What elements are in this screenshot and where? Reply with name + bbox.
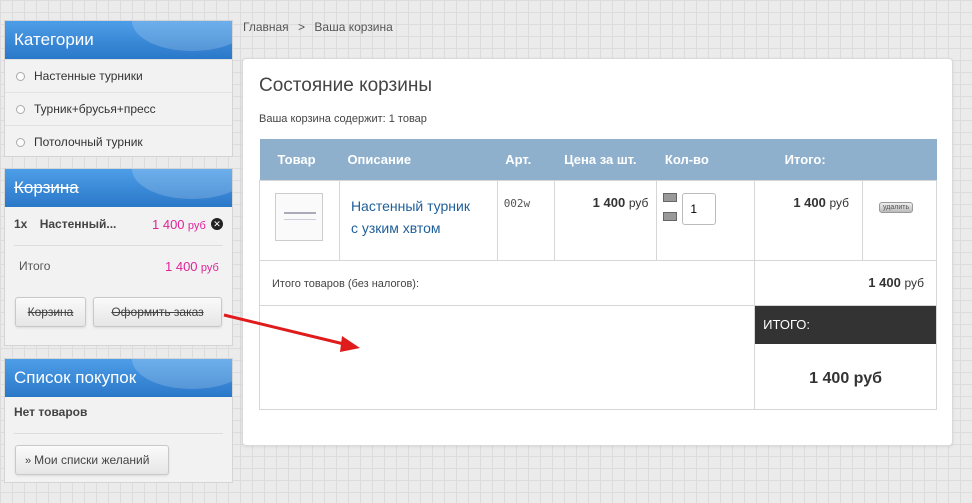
subtotal-row: Итого товаров (без налогов): 1 400 руб [258,259,937,306]
column-header-product: Товар [259,139,340,180]
subtotal-value-cell: 1 400 руб [754,259,937,306]
product-description-cell: Настенный турник с узким хвтом [338,179,498,261]
product-image-cell [259,179,340,261]
mini-cart-title[interactable]: Корзина [5,169,232,207]
quantity-increase-icon[interactable] [663,192,678,202]
mini-cart-total: Итого 1 400 руб [19,259,224,279]
column-header-description: Описание [339,139,498,180]
product-unit-price-cell: 1 400 руб [554,179,658,261]
categories-title: Категории [5,21,232,59]
product-total-currency: руб [829,195,850,210]
cart-table-header: Товар Описание Арт. Цена за шт. Кол-во И… [259,139,937,180]
category-label: Потолочный турник [34,135,143,149]
breadcrumb-current: Ваша корзина [314,20,393,34]
category-item-ceiling[interactable]: Потолочный турник [5,125,232,158]
wishlist-empty-text: Нет товаров [14,405,88,419]
my-wishlists-label: Мои списки желаний [34,453,150,467]
mini-cart-total-value: 1 400 [165,259,198,274]
column-header-sku: Арт. [497,139,555,180]
category-item-wall-bars[interactable]: Настенные турники [5,59,232,92]
annotation-arrow-icon [223,313,360,352]
product-unit-currency: руб [628,195,649,210]
cart-product-row: Настенный турник с узким хвтом 002w 1 40… [259,179,937,261]
subtotal-label: Итого товаров (без налогов): [272,277,420,290]
wishlist-title: Список покупок [5,359,232,397]
arrow-shaft [223,313,349,347]
mini-cart-item-name[interactable]: Настенный... [40,217,117,231]
cart-table: Товар Описание Арт. Цена за шт. Кол-во И… [258,139,937,410]
product-total-cell: 1 400 руб [754,179,864,261]
cart-button[interactable]: Корзина [15,297,86,327]
breadcrumb-separator: > [298,20,306,34]
product-image-icon [284,211,316,220]
mini-cart-divider [14,245,223,246]
column-header-actions [862,139,937,180]
page-title: Состояние корзины [259,75,433,96]
mini-cart-item-currency: руб [187,220,206,232]
product-actions-cell: удалить [862,179,937,261]
product-name-line2: с узким хвтом [350,219,441,236]
column-header-unit-price: Цена за шт. [554,139,657,180]
mini-cart-total-currency: руб [200,262,219,274]
product-name-line1: Настенный турник [350,197,470,214]
subtotal-label-cell: Итого товаров (без налогов): [258,259,756,306]
column-header-total: Итого: [754,139,863,180]
quantity-decrease-icon[interactable] [663,211,678,221]
double-chevron-right-icon: » [25,455,32,467]
category-item-combo[interactable]: Турник+брусья+пресс [5,92,232,125]
breadcrumb-home-link[interactable]: Главная [243,20,289,34]
my-wishlists-button[interactable]: » Мои списки желаний [15,445,169,475]
remove-circle-icon[interactable]: ✕ [211,218,223,230]
category-label: Настенные турники [34,69,143,83]
product-quantity-cell [656,179,756,261]
product-sku-cell: 002w [497,179,555,261]
product-sku: 002w [503,196,531,210]
mini-cart-total-price: 1 400 руб [165,259,219,274]
subtotal-currency: руб [904,275,924,290]
product-unit-price: 1 400 [592,194,626,210]
product-thumbnail[interactable] [275,192,323,241]
mini-cart-total-label: Итого [19,259,51,273]
category-label: Турник+брусья+пресс [34,102,156,116]
breadcrumb: Главная > Ваша корзина [243,20,393,34]
grand-total-value: 1 400 руб [809,369,882,387]
mini-cart-block: Корзина 1x Настенный... 1 400 руб ✕ Итог… [4,168,233,346]
mini-cart-item-qty: 1x [14,217,28,231]
cart-summary: Ваша корзина содержит: 1 товар [259,113,427,125]
wishlist-block: Список покупок Нет товаров » Мои списки ж… [4,358,233,483]
radio-bullet-icon [16,72,25,81]
quantity-input[interactable] [682,192,717,225]
checkout-button[interactable]: Оформить заказ [93,297,222,327]
radio-bullet-icon [16,138,25,147]
radio-bullet-icon [16,105,25,114]
delete-button[interactable]: удалить [879,201,914,213]
cart-panel: Состояние корзины Ваша корзина содержит:… [242,58,953,446]
arrow-head [340,336,360,352]
mini-cart-item: 1x Настенный... 1 400 руб ✕ [14,217,224,239]
grand-total-cell: ИТОГО: 1 400 руб [754,304,937,410]
product-name-link[interactable]: Настенный турник с узким хвтом [351,195,497,239]
subtotal-value: 1 400 [868,274,901,290]
categories-block: Категории Настенные турники Турник+брусь… [4,20,233,157]
product-total-price: 1 400 [793,194,826,210]
mini-cart-item-price: 1 400 руб [152,217,206,232]
mini-cart-item-price-value: 1 400 [152,217,185,232]
grand-total-label: ИТОГО: [755,305,936,344]
wishlist-divider [14,433,223,434]
column-header-quantity: Кол-во [656,139,755,180]
